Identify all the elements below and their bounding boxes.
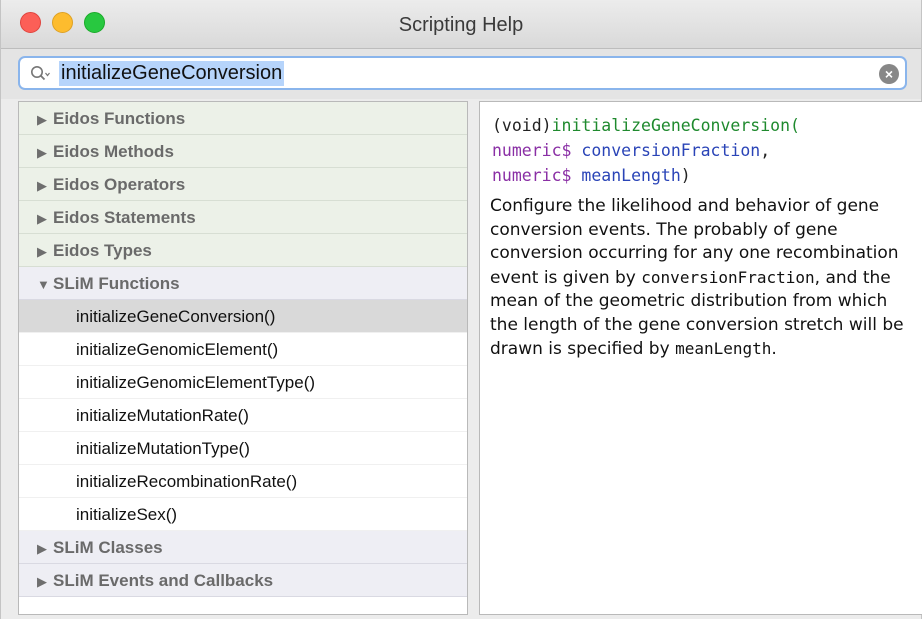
disclosure-triangle-icon[interactable]: ▶ [37, 169, 53, 202]
function-item-initializemutationtype[interactable]: initializeMutationType() [19, 432, 467, 465]
group-label: Eidos Statements [53, 208, 196, 227]
disclosure-triangle-icon[interactable]: ▶ [37, 202, 53, 235]
function-item-initializegenomicelement[interactable]: initializeGenomicElement() [19, 333, 467, 366]
signature-line-3: numeric$ meanLength) [492, 163, 913, 188]
group-label: Eidos Methods [53, 142, 174, 161]
description-text: . [771, 339, 777, 359]
disclosure-triangle-icon[interactable]: ▶ [37, 136, 53, 169]
topic-outline[interactable]: ▶ Eidos Functions ▶ Eidos Methods ▶ Eidos O… [18, 101, 468, 615]
group-label: SLiM Functions [53, 274, 180, 293]
code-term: meanLength [675, 339, 772, 358]
param-type: numeric$ [492, 166, 572, 185]
close-paren: ) [680, 166, 691, 185]
group-eidos-statements[interactable]: ▶ Eidos Statements [19, 201, 467, 234]
disclosure-triangle-icon[interactable]: ▶ [37, 235, 53, 268]
title-bar: Scripting Help [1, 0, 921, 49]
signature-line-2: numeric$ conversionFraction, [492, 138, 913, 163]
param-name: conversionFraction [581, 141, 761, 160]
scripting-help-window: Scripting Help initializeGeneConversion … [0, 0, 922, 619]
group-slim-events-and-callbacks[interactable]: ▶ SLiM Events and Callbacks [19, 564, 467, 597]
search-field[interactable]: initializeGeneConversion × [18, 56, 907, 90]
disclosure-triangle-icon[interactable]: ▶ [37, 532, 53, 565]
group-slim-classes[interactable]: ▶ SLiM Classes [19, 531, 467, 564]
group-eidos-methods[interactable]: ▶ Eidos Methods [19, 135, 467, 168]
documentation-pane: (void)initializeGeneConversion( numeric$… [479, 101, 922, 615]
group-eidos-functions[interactable]: ▶ Eidos Functions [19, 102, 467, 135]
group-label: SLiM Events and Callbacks [53, 571, 274, 590]
code-term: conversionFraction [641, 267, 815, 287]
group-label: Eidos Functions [53, 109, 186, 128]
return-type: (void) [492, 116, 552, 135]
function-name: initializeGeneConversion( [551, 116, 800, 135]
param-separator: , [760, 141, 771, 160]
disclosure-triangle-icon[interactable]: ▶ [37, 103, 53, 136]
function-item-initializerecombinationrate[interactable]: initializeRecombinationRate() [19, 465, 467, 498]
clear-search-icon[interactable]: × [879, 64, 899, 84]
group-label: Eidos Types [53, 241, 152, 260]
window-title: Scripting Help [398, 14, 524, 36]
function-description: Configure the likelihood and behavior of… [490, 195, 910, 362]
disclosure-triangle-icon[interactable]: ▶ [37, 565, 53, 598]
search-icon[interactable] [30, 65, 52, 83]
function-item-initializesex[interactable]: initializeSex() [19, 498, 467, 531]
search-input[interactable]: initializeGeneConversion [59, 61, 285, 86]
disclosure-triangle-icon[interactable]: ▼ [37, 268, 53, 301]
function-item-initializegenomicelementtype[interactable]: initializeGenomicElementType() [19, 366, 467, 399]
search-bar: initializeGeneConversion × [1, 49, 921, 99]
function-item-initializemutationrate[interactable]: initializeMutationRate() [19, 399, 467, 432]
function-item-initializegeneconversion[interactable]: initializeGeneConversion() [19, 300, 467, 333]
signature-line-1: (void)initializeGeneConversion( [492, 113, 913, 138]
param-name: meanLength [581, 166, 681, 185]
group-eidos-types[interactable]: ▶ Eidos Types [19, 234, 467, 267]
group-label: Eidos Operators [53, 175, 186, 194]
group-slim-functions[interactable]: ▼ SLiM Functions [19, 267, 467, 300]
param-type: numeric$ [492, 141, 572, 160]
function-signature: (void)initializeGeneConversion( numeric$… [492, 113, 913, 188]
group-label: SLiM Classes [53, 538, 163, 557]
group-eidos-operators[interactable]: ▶ Eidos Operators [19, 168, 467, 201]
